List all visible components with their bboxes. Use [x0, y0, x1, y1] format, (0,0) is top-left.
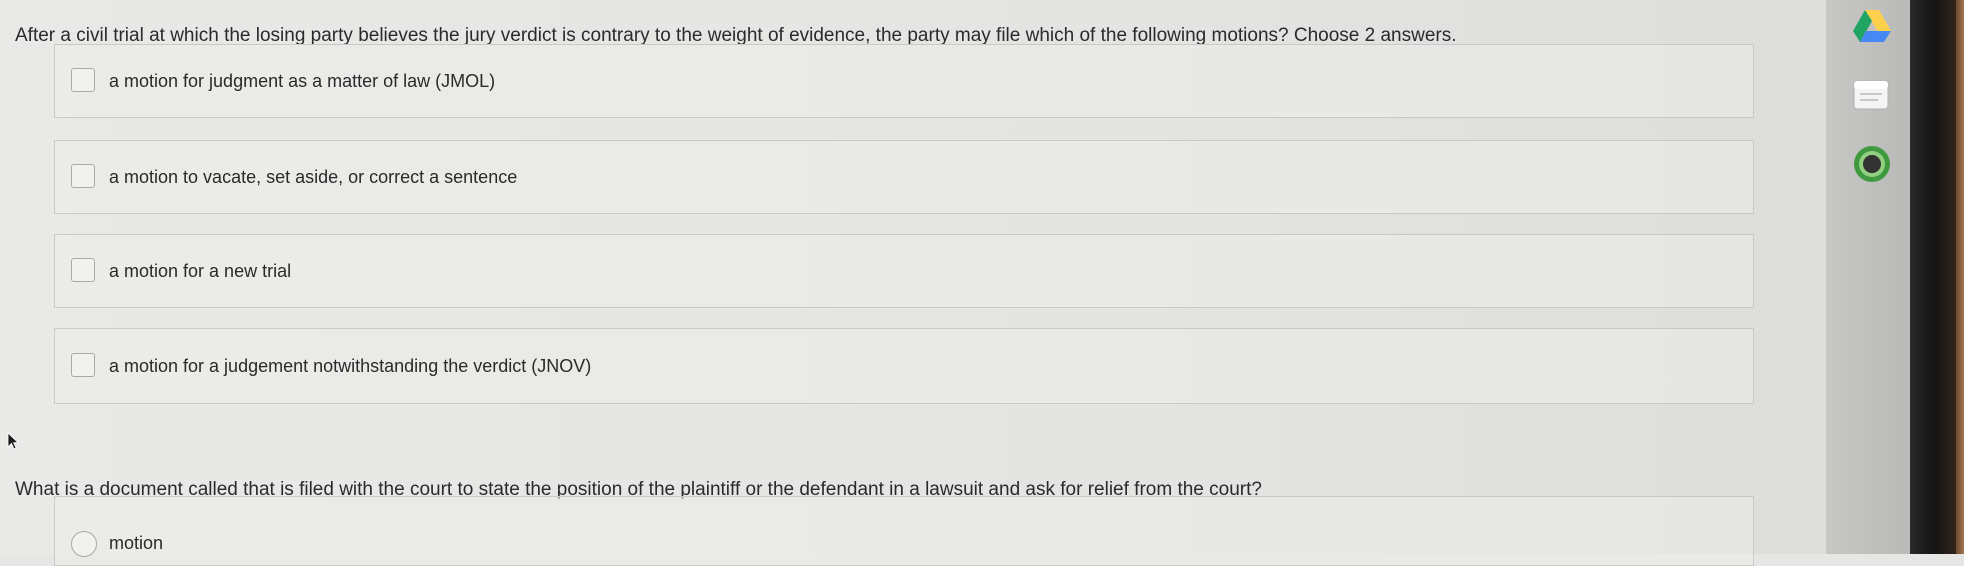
checkbox[interactable]	[71, 164, 95, 188]
google-docs-icon[interactable]	[1852, 78, 1890, 112]
question-1-option-new-trial[interactable]: a motion for a new trial	[54, 234, 1754, 308]
question-2-option-motion[interactable]: motion	[54, 496, 1754, 566]
checkbox[interactable]	[71, 353, 95, 377]
question-1-option-jmol[interactable]: a motion for judgment as a matter of law…	[54, 44, 1754, 118]
device-bezel-edge	[1956, 0, 1964, 554]
option-label: motion	[109, 533, 164, 553]
option-label: a motion for judgment as a matter of law…	[109, 71, 496, 91]
app-circle-icon[interactable]	[1852, 144, 1892, 184]
checkbox[interactable]	[71, 68, 95, 92]
google-drive-icon[interactable]	[1852, 8, 1892, 44]
radio-button[interactable]	[71, 531, 97, 557]
question-1-option-jnov[interactable]: a motion for a judgement notwithstanding…	[54, 328, 1754, 404]
option-label: a motion for a judgement notwithstanding…	[109, 356, 592, 376]
quiz-page: After a civil trial at which the losing …	[0, 0, 1910, 566]
option-label: a motion to vacate, set aside, or correc…	[109, 167, 518, 187]
checkbox[interactable]	[71, 258, 95, 282]
option-label: a motion for a new trial	[109, 261, 292, 281]
mouse-cursor-icon	[7, 432, 19, 450]
question-1-option-vacate[interactable]: a motion to vacate, set aside, or correc…	[54, 140, 1754, 214]
